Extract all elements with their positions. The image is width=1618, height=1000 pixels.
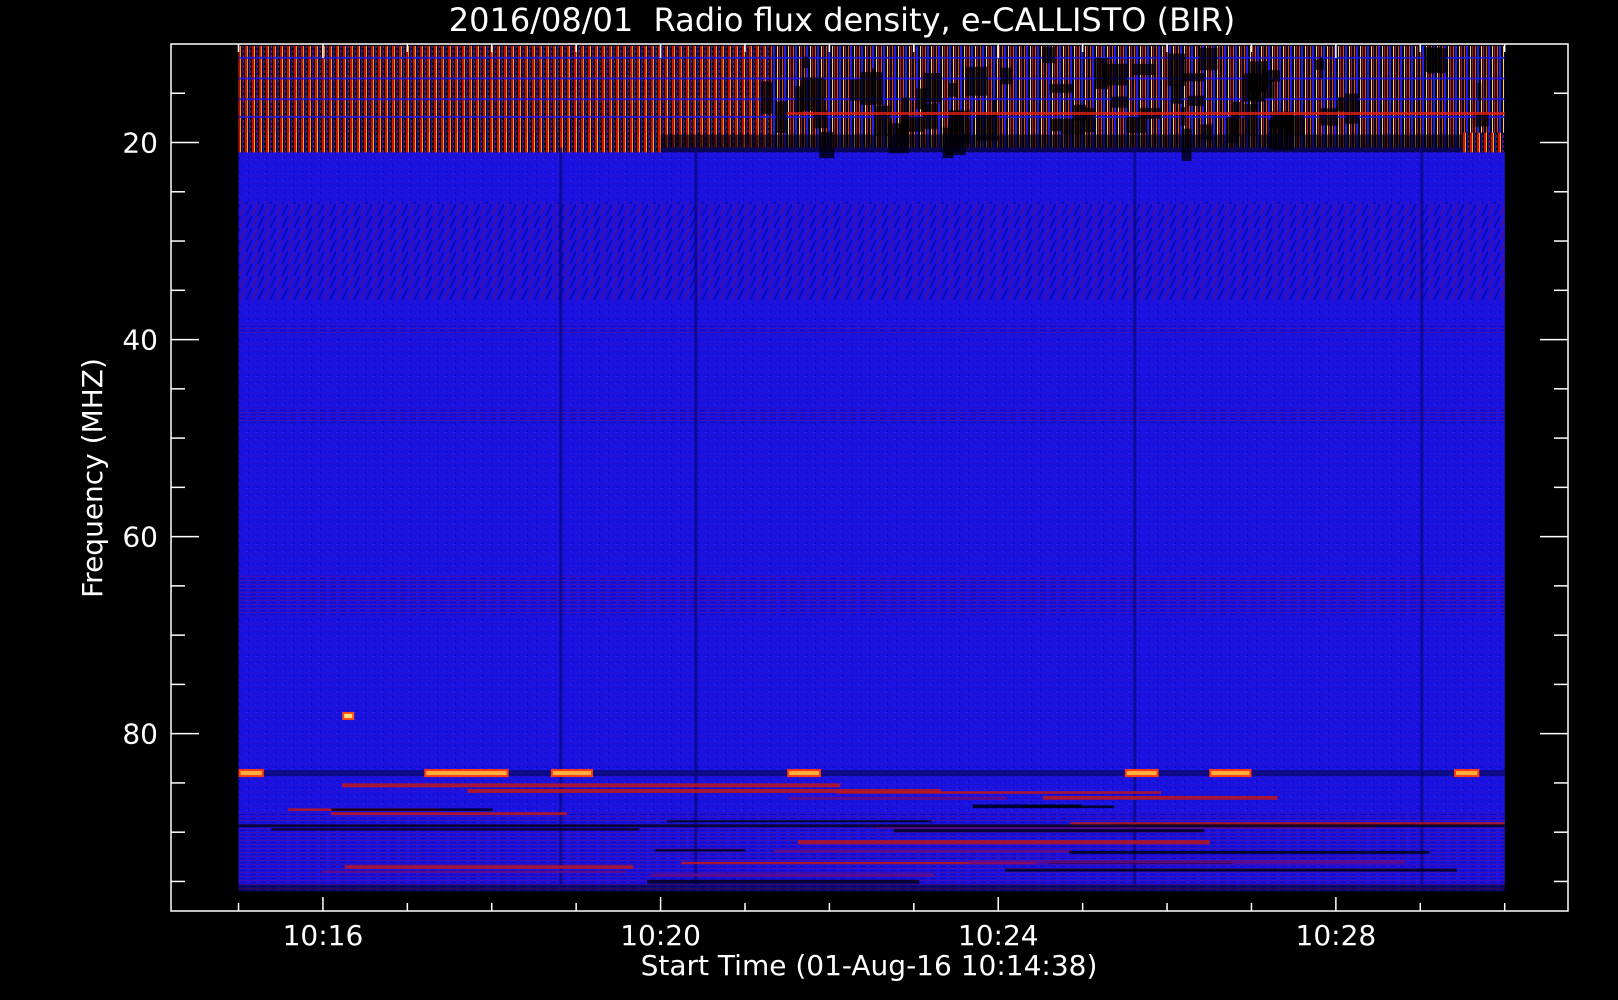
rfi-dark-block [1199, 47, 1218, 71]
rfi-dark-block [1427, 48, 1447, 74]
spectrogram-image [238, 45, 1505, 892]
spectrogram-chart: 2016/08/01 Radio flux density, e-CALLIST… [76, 1, 1569, 982]
rfi-dark-block [1345, 93, 1359, 124]
rfi-dark-block [1182, 73, 1205, 82]
rfi-dark-block [1050, 118, 1063, 132]
rfi-dark-block [1111, 96, 1129, 108]
rfi-dark-block [874, 105, 890, 137]
noise-streak [1005, 868, 1457, 872]
rfi-dark-block [871, 68, 876, 97]
noise-streak [655, 849, 746, 852]
rfi-dark-block [1131, 63, 1155, 76]
rfi-dark-block [1095, 58, 1109, 90]
noise-streak [1042, 795, 1278, 800]
rfi-dark-block [1315, 59, 1324, 70]
x-tick-label: 10:16 [283, 919, 364, 952]
x-axis-title: Start Time (01-Aug-16 10:14:38) [641, 949, 1098, 982]
noise-streak [271, 828, 640, 831]
x-tick-label: 10:20 [620, 919, 701, 952]
noise-streak [321, 870, 626, 874]
y-tick-label: 20 [122, 127, 158, 160]
rfi-dark-block [1337, 97, 1346, 112]
emission-segment-core [1456, 771, 1478, 776]
dark-band-right [660, 134, 1505, 153]
rfi-dark-block [1477, 82, 1482, 101]
noise-streak [788, 796, 1007, 800]
rfi-dark-block [1049, 84, 1074, 93]
noise-streak [666, 820, 932, 823]
rfi-dark-block [760, 81, 773, 114]
emission-segment-core [426, 771, 507, 776]
noise-streak [341, 783, 841, 788]
noise-streak [1069, 850, 1430, 854]
rfi-red-streak [787, 111, 1505, 115]
rfi-dark-block [1319, 108, 1339, 126]
rfi-dark-block [1171, 84, 1182, 104]
emission-segment-core [1211, 771, 1250, 776]
noise-streak [774, 849, 1072, 853]
noise-streak [969, 860, 1406, 864]
faint-band [238, 576, 1505, 616]
rfi-dark-block [1187, 95, 1205, 106]
hot-band [238, 132, 661, 153]
rfi-dark-block [776, 101, 787, 133]
rfi-dark-block [1063, 118, 1086, 135]
chart-title: 2016/08/01 Radio flux density, e-CALLIST… [449, 1, 1235, 39]
noise-streak [798, 840, 1210, 845]
rfi-dark-block [802, 56, 809, 68]
y-axis-title: Frequency (MHZ) [76, 358, 109, 598]
noise-streak [344, 865, 634, 869]
emission-segment-core [1126, 771, 1157, 776]
emission-segment-core [240, 771, 262, 776]
rfi-dark-block [1042, 46, 1055, 64]
rfi-dark-block [1001, 67, 1013, 85]
emission-segment-core [552, 771, 592, 776]
rfi-dark-block [966, 66, 988, 96]
noise-streak [331, 812, 567, 816]
rfi-dark-block [801, 77, 824, 112]
faint-band [238, 408, 1505, 424]
rfi-dark-block [900, 116, 924, 132]
y-tick-label: 60 [122, 521, 158, 554]
burst-dot-core [344, 713, 353, 718]
emission-segment-core [789, 771, 819, 776]
diagonal-band [238, 201, 1505, 301]
rfi-dark-block [859, 72, 883, 105]
x-tick-label: 10:28 [1296, 919, 1377, 952]
x-tick-label: 10:24 [958, 919, 1039, 952]
noise-streak [1022, 805, 1114, 809]
noise-streak [650, 873, 935, 877]
hot-band-edge [1462, 132, 1505, 153]
rfi-dark-block [1242, 73, 1265, 102]
noise-streak [647, 879, 920, 884]
rfi-dark-block [1279, 115, 1305, 136]
rfi-subband-line [238, 56, 1505, 59]
y-tick-label: 40 [122, 324, 158, 357]
dark-line-89 [238, 824, 1505, 828]
rfi-dark-block [1180, 107, 1186, 126]
rfi-dark-block [947, 83, 958, 97]
faint-band [238, 324, 1505, 335]
y-tick-label: 80 [122, 718, 158, 751]
rfi-dark-block [1265, 79, 1275, 99]
noise-streak [331, 808, 493, 811]
rfi-dark-block [849, 79, 860, 101]
rfi-band-dense [238, 45, 771, 148]
rfi-subband-line [238, 115, 1505, 118]
noise-streak [893, 829, 1205, 833]
rfi-dark-block [1083, 107, 1095, 133]
noise-streak [467, 789, 941, 793]
rfi-dark-block [916, 88, 927, 110]
rfi-dark-block [1126, 116, 1148, 134]
